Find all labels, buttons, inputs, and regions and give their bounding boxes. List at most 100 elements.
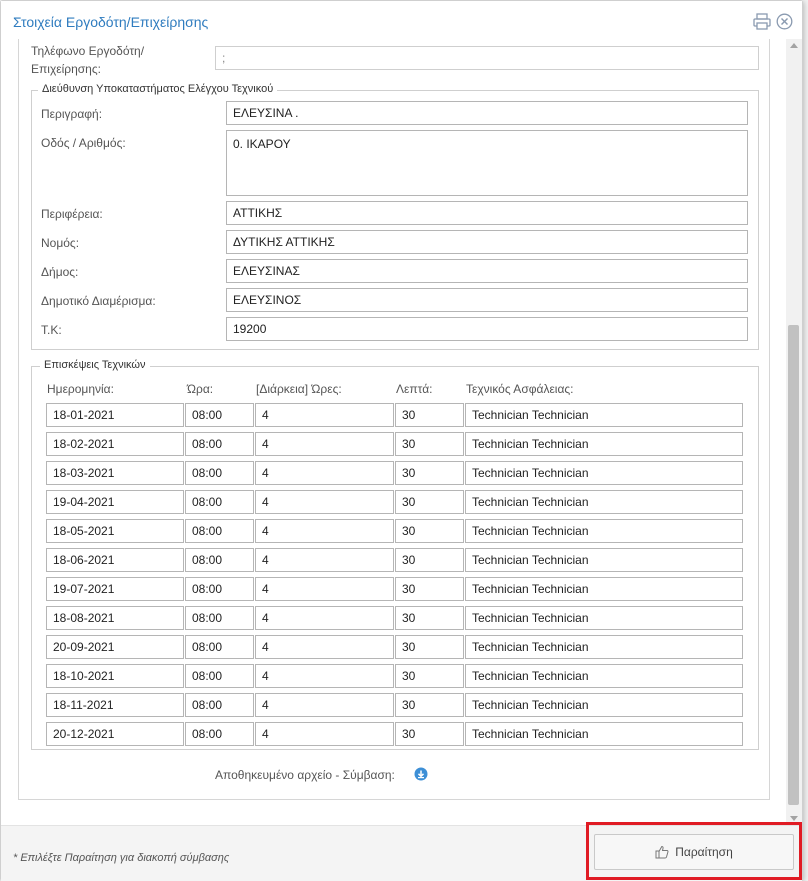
dialog-titlebar: Στοιχεία Εργοδότη/Επιχείρησης	[1, 1, 802, 39]
hours-cell[interactable]: 4	[255, 490, 394, 514]
employer-details-dialog: Στοιχεία Εργοδότη/Επιχείρησης Τηλέφωνο Ε…	[0, 0, 803, 881]
technician-cell[interactable]: Technician Technician	[465, 577, 743, 601]
dialog-footer: * Επιλέξτε Παραίτηση για διακοπή σύμβαση…	[1, 822, 802, 881]
minutes-cell[interactable]: 30	[395, 606, 464, 630]
date-cell[interactable]: 20-09-2021	[46, 635, 184, 659]
header-date: Ημερομηνία:	[47, 382, 114, 396]
branch-address-legend: Διεύθυνση Υποκαταστήματος Ελέγχου Τεχνικ…	[38, 83, 278, 95]
hours-cell[interactable]: 4	[255, 548, 394, 572]
technician-cell[interactable]: Technician Technician	[465, 461, 743, 485]
hours-cell[interactable]: 4	[255, 577, 394, 601]
time-cell[interactable]: 08:00	[185, 461, 254, 485]
hours-cell[interactable]: 4	[255, 519, 394, 543]
street-label: Οδός / Αριθμός:	[41, 136, 126, 150]
date-cell[interactable]: 18-06-2021	[46, 548, 184, 572]
time-cell[interactable]: 08:00	[185, 519, 254, 543]
scroll-thumb[interactable]	[788, 325, 799, 805]
technician-cell[interactable]: Technician Technician	[465, 548, 743, 572]
date-cell[interactable]: 20-12-2021	[46, 722, 184, 746]
date-cell[interactable]: 19-07-2021	[46, 577, 184, 601]
download-icon[interactable]	[414, 767, 428, 781]
date-cell[interactable]: 18-08-2021	[46, 606, 184, 630]
time-cell[interactable]: 08:00	[185, 722, 254, 746]
minutes-cell[interactable]: 30	[395, 432, 464, 456]
header-hours: [Διάρκεια] Ώρες:	[256, 382, 342, 396]
hours-cell[interactable]: 4	[255, 461, 394, 485]
technician-cell[interactable]: Technician Technician	[465, 403, 743, 427]
time-cell[interactable]: 08:00	[185, 490, 254, 514]
technician-cell[interactable]: Technician Technician	[465, 722, 743, 746]
minutes-cell[interactable]: 30	[395, 461, 464, 485]
postal-code-label: Τ.Κ:	[41, 323, 62, 337]
date-cell[interactable]: 18-10-2021	[46, 664, 184, 688]
hours-cell[interactable]: 4	[255, 432, 394, 456]
hours-cell[interactable]: 4	[255, 606, 394, 630]
postal-code-field[interactable]: 19200	[226, 317, 748, 341]
close-icon[interactable]	[776, 13, 793, 30]
visits-legend: Επισκέψεις Τεχνικών	[40, 359, 150, 371]
district-field[interactable]: ΕΛΕΥΣΙΝΟΣ	[226, 288, 748, 312]
header-time: Ώρα:	[187, 382, 214, 396]
minutes-cell[interactable]: 30	[395, 490, 464, 514]
scroll-up-arrow[interactable]	[790, 43, 798, 48]
prefecture-field[interactable]: ΔΥΤΙΚΗΣ ΑΤΤΙΚΗΣ	[226, 230, 748, 254]
resign-button[interactable]: Παραίτηση	[594, 834, 794, 870]
date-cell[interactable]: 18-03-2021	[46, 461, 184, 485]
resign-footnote: * Επιλέξτε Παραίτηση για διακοπή σύμβαση…	[13, 852, 230, 864]
date-cell[interactable]: 19-04-2021	[46, 490, 184, 514]
technician-cell[interactable]: Technician Technician	[465, 693, 743, 717]
phone-label-line1: Τηλέφωνο Εργοδότη/	[31, 44, 145, 58]
minutes-cell[interactable]: 30	[395, 519, 464, 543]
minutes-cell[interactable]: 30	[395, 577, 464, 601]
region-field[interactable]: ΑΤΤΙΚΗΣ	[226, 201, 748, 225]
technician-cell[interactable]: Technician Technician	[465, 490, 743, 514]
prefecture-label: Νομός:	[41, 236, 80, 250]
technician-cell[interactable]: Technician Technician	[465, 432, 743, 456]
phone-field[interactable]: ;	[215, 46, 759, 70]
minutes-cell[interactable]: 30	[395, 548, 464, 572]
minutes-cell[interactable]: 30	[395, 722, 464, 746]
municipality-field[interactable]: ΕΛΕΥΣΙΝΑΣ	[226, 259, 748, 283]
hours-cell[interactable]: 4	[255, 664, 394, 688]
time-cell[interactable]: 08:00	[185, 664, 254, 688]
thumbs-up-icon	[655, 845, 669, 859]
minutes-cell[interactable]: 30	[395, 403, 464, 427]
date-cell[interactable]: 18-02-2021	[46, 432, 184, 456]
description-label: Περιγραφή:	[41, 107, 103, 121]
dialog-content: Τηλέφωνο Εργοδότη/ Επιχείρησης: ; Διεύθυ…	[1, 39, 786, 825]
time-cell[interactable]: 08:00	[185, 693, 254, 717]
street-field[interactable]: 0. ΙΚΑΡΟΥ	[226, 130, 748, 196]
hours-cell[interactable]: 4	[255, 635, 394, 659]
technician-cell[interactable]: Technician Technician	[465, 635, 743, 659]
date-cell[interactable]: 18-01-2021	[46, 403, 184, 427]
minutes-cell[interactable]: 30	[395, 635, 464, 659]
municipality-label: Δήμος:	[41, 265, 79, 279]
technician-cell[interactable]: Technician Technician	[465, 519, 743, 543]
phone-label-line2: Επιχείρησης:	[31, 62, 101, 76]
print-icon[interactable]	[753, 13, 771, 30]
time-cell[interactable]: 08:00	[185, 403, 254, 427]
time-cell[interactable]: 08:00	[185, 548, 254, 572]
time-cell[interactable]: 08:00	[185, 577, 254, 601]
description-field[interactable]: ΕΛΕΥΣΙΝΑ .	[226, 101, 748, 125]
hours-cell[interactable]: 4	[255, 722, 394, 746]
date-cell[interactable]: 18-05-2021	[46, 519, 184, 543]
time-cell[interactable]: 08:00	[185, 606, 254, 630]
resign-label: Παραίτηση	[675, 845, 733, 859]
technician-cell[interactable]: Technician Technician	[465, 606, 743, 630]
time-cell[interactable]: 08:00	[185, 432, 254, 456]
contract-label: Αποθηκευμένο αρχείο - Σύμβαση:	[215, 768, 395, 782]
hours-cell[interactable]: 4	[255, 403, 394, 427]
header-technician: Τεχνικός Ασφάλειας:	[466, 382, 574, 396]
scroll-down-arrow[interactable]	[790, 816, 798, 821]
date-cell[interactable]: 18-11-2021	[46, 693, 184, 717]
district-label: Δημοτικό Διαμέρισμα:	[41, 294, 156, 308]
minutes-cell[interactable]: 30	[395, 693, 464, 717]
vertical-scrollbar[interactable]	[786, 39, 802, 825]
time-cell[interactable]: 08:00	[185, 635, 254, 659]
technician-cell[interactable]: Technician Technician	[465, 664, 743, 688]
minutes-cell[interactable]: 30	[395, 664, 464, 688]
dialog-title: Στοιχεία Εργοδότη/Επιχείρησης	[13, 14, 209, 30]
hours-cell[interactable]: 4	[255, 693, 394, 717]
header-minutes: Λεπτά:	[396, 382, 433, 396]
